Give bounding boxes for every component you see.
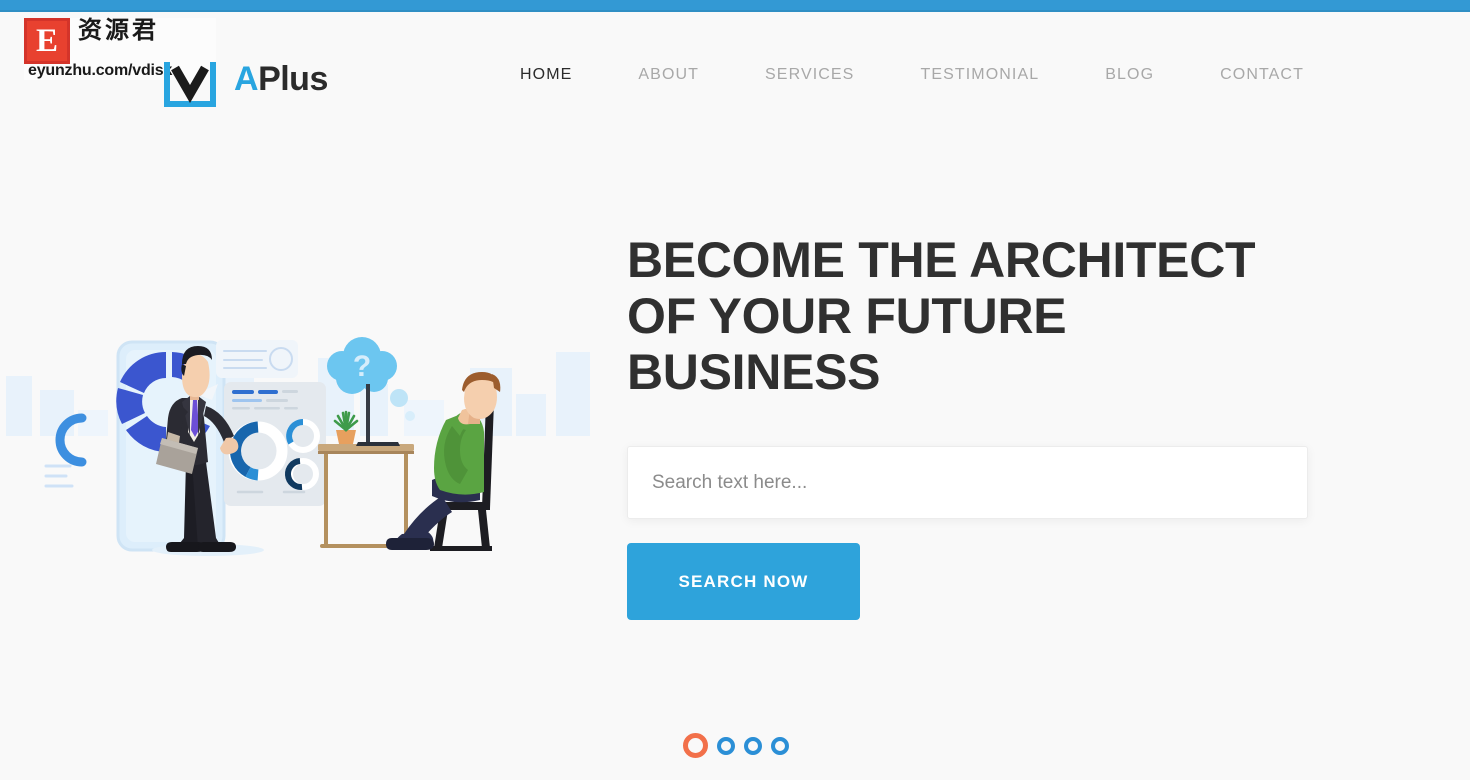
- hero-section: ? BECOME THE ARCHITECT OF YOUR FUTURE BU…: [0, 114, 1470, 780]
- nav-item-contact[interactable]: CONTACT: [1220, 60, 1304, 90]
- brand-name-rest: Plus: [258, 60, 328, 98]
- carousel-dot-3[interactable]: [744, 736, 762, 755]
- hero-title: BECOME THE ARCHITECT OF YOUR FUTURE BUSI…: [627, 232, 1256, 400]
- top-accent-bar: [0, 0, 1470, 12]
- carousel-indicators: [683, 733, 789, 758]
- carousel-dot-4[interactable]: [771, 736, 789, 755]
- carousel-dot-1[interactable]: [683, 733, 708, 758]
- nav-item-services[interactable]: SERVICES: [765, 60, 854, 90]
- site-header: APlus HOME ABOUT SERVICES TESTIMONIAL BL…: [0, 14, 1470, 114]
- nav-item-home[interactable]: HOME: [520, 60, 572, 90]
- search-now-button[interactable]: SEARCH NOW: [627, 543, 860, 620]
- hero-content: BECOME THE ARCHITECT OF YOUR FUTURE BUSI…: [627, 232, 1327, 620]
- main-navigation: HOME ABOUT SERVICES TESTIMONIAL BLOG CON…: [520, 60, 1304, 90]
- nav-item-testimonial[interactable]: TESTIMONIAL: [920, 60, 1039, 90]
- hero-illustration: ?: [0, 234, 620, 584]
- carousel-dot-2[interactable]: [717, 736, 735, 755]
- brand-logo[interactable]: APlus: [234, 62, 328, 96]
- search-input[interactable]: [627, 446, 1308, 519]
- nav-item-about[interactable]: ABOUT: [638, 60, 699, 90]
- brand-accent-letter: A: [234, 60, 259, 98]
- nav-item-blog[interactable]: BLOG: [1105, 60, 1154, 90]
- svg-text:?: ?: [353, 350, 371, 383]
